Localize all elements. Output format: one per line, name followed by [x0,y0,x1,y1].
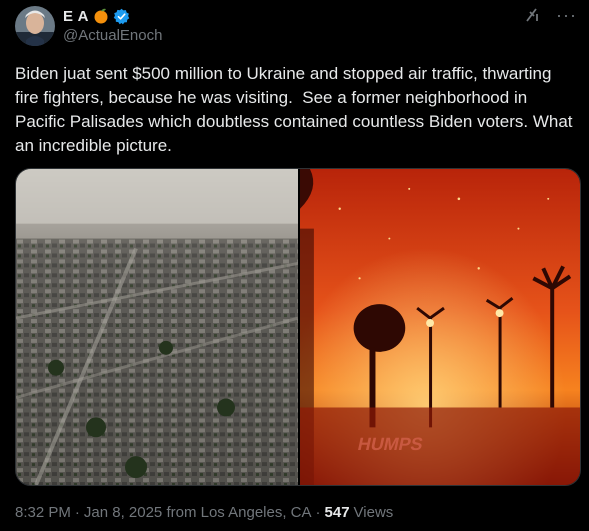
tweet-time[interactable]: 8:32 PM [15,504,71,521]
display-name[interactable]: E A [63,8,89,25]
tweet-meta: 8:32 PM · Jan 8, 2025 from Los Angeles, … [15,504,393,521]
wildfire-image[interactable]: HUMPS [300,169,580,485]
views-label: Views [353,504,394,521]
tweet-header: E A @ActualEnoch ··· [15,4,577,48]
tweet-text: Biden juat sent $500 million to Ukraine … [15,64,578,155]
burned-neighborhood-image[interactable] [16,169,298,485]
orange-emoji-icon [94,8,108,24]
avatar[interactable] [15,6,55,46]
tweet-media[interactable]: HUMPS [15,168,581,486]
verified-badge-icon [113,8,130,24]
meta-separator: · [74,504,80,521]
grok-icon[interactable] [524,6,542,24]
meta-separator: · [315,504,321,521]
user-handle[interactable]: @ActualEnoch [63,27,162,44]
tweet-date-location[interactable]: Jan 8, 2025 from Los Angeles, CA [84,504,312,521]
views-count: 547 [324,504,350,521]
more-icon[interactable]: ··· [556,6,577,24]
street-marking-text: HUMPS [356,434,425,454]
